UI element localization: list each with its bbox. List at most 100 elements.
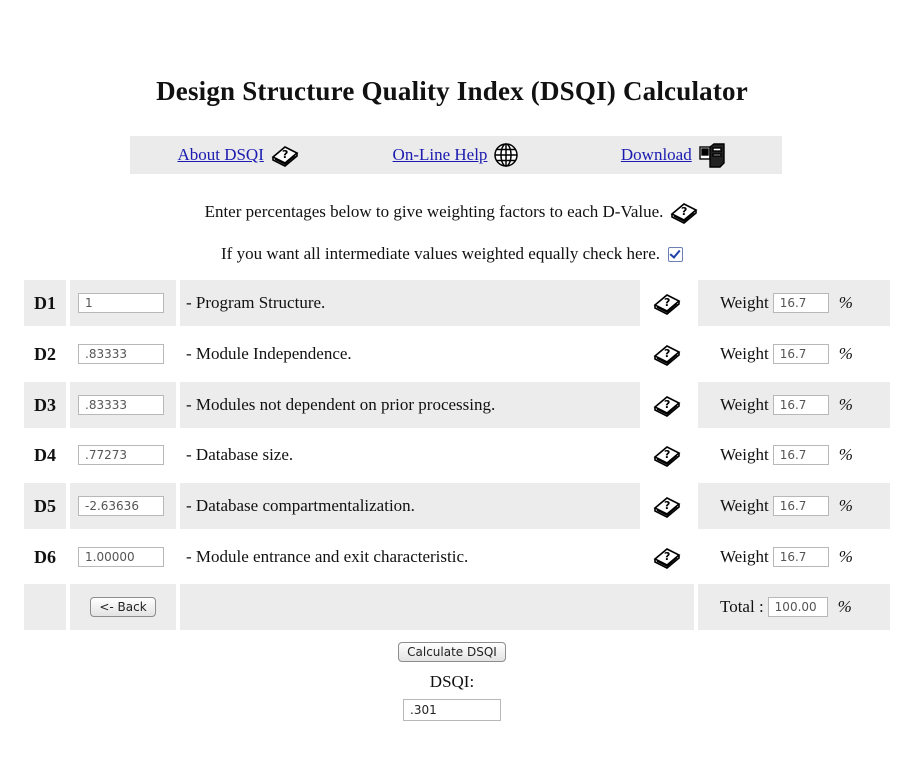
- total-field[interactable]: 100.00: [767, 597, 828, 617]
- footer-spacer: [24, 584, 66, 630]
- book-question-icon[interactable]: ?: [652, 342, 682, 366]
- dvalue-description: - Module Independence.: [186, 344, 352, 363]
- book-question-icon[interactable]: ?: [652, 291, 682, 315]
- total-cell: Total : 100.00 %: [698, 584, 890, 630]
- book-question-icon[interactable]: ?: [669, 200, 699, 224]
- book-question-icon[interactable]: ?: [652, 494, 682, 518]
- dvalue-label: D2: [34, 343, 56, 364]
- svg-text:?: ?: [681, 205, 687, 218]
- weight-cell: Weight 16.7%: [698, 280, 890, 326]
- instruction-equal: If you want all intermediate values weig…: [0, 244, 904, 264]
- dvalue-input[interactable]: 1: [78, 293, 164, 313]
- help-cell: ?: [640, 331, 694, 377]
- help-cell: ?: [640, 534, 694, 580]
- help-cell: ?: [640, 280, 694, 326]
- help-cell: ?: [640, 483, 694, 529]
- footer-middle: [180, 584, 694, 630]
- weight-label: Weight: [720, 293, 769, 312]
- dvalue-description: - Database compartmentalization.: [180, 483, 640, 529]
- percent-sign: %: [838, 547, 853, 566]
- footer-row: <- Back Total : 100.00 %: [24, 584, 890, 630]
- percent-sign: %: [838, 344, 853, 363]
- dvalue-input[interactable]: .83333: [78, 344, 164, 364]
- instruction-weighting: Enter percentages below to give weightin…: [0, 200, 904, 224]
- percent-sign: %: [837, 597, 852, 616]
- dvalue-row: D3 .83333 - Modules not dependent on prior…: [24, 382, 890, 428]
- dvalue-label: D6: [34, 546, 56, 567]
- svg-text:?: ?: [664, 448, 670, 461]
- dsqi-label-row: DSQI:: [0, 672, 904, 692]
- download-computer-icon[interactable]: [698, 141, 726, 169]
- weight-input[interactable]: 16.7: [772, 293, 829, 313]
- svg-text:?: ?: [664, 550, 670, 563]
- percent-sign: %: [838, 293, 853, 312]
- weight-cell: Weight 16.7%: [698, 534, 890, 580]
- weight-input[interactable]: 16.7: [772, 395, 829, 415]
- dvalue-row: D6 1.00000 - Module entrance and exit char…: [24, 534, 890, 580]
- dvalue-row: D1 1 - Program Structure.? Weight 16.7%: [24, 280, 890, 326]
- dvalue-label: D5: [24, 483, 66, 529]
- dvalue-row: D4 .77273 - Database size.? Weight 16.7%: [24, 432, 890, 478]
- instruction-text: Enter percentages below to give weightin…: [204, 202, 664, 221]
- dvalue-cell: 1.00000: [70, 534, 176, 580]
- weight-input[interactable]: 16.7: [772, 496, 829, 516]
- weight-input[interactable]: 16.7: [772, 547, 829, 567]
- book-question-icon[interactable]: ?: [270, 143, 300, 167]
- help-cell: ?: [640, 382, 694, 428]
- page-title: Design Structure Quality Index (DSQI) Ca…: [156, 76, 748, 106]
- percent-sign: %: [838, 395, 853, 414]
- percent-sign: %: [838, 445, 853, 464]
- help-cell: ?: [640, 432, 694, 478]
- dvalue-input[interactable]: .77273: [78, 445, 164, 465]
- dsqi-label: DSQI:: [429, 672, 475, 691]
- dvalue-description: - Database size.: [186, 445, 294, 464]
- weight-label: Weight: [720, 445, 769, 464]
- weight-label: Weight: [720, 395, 769, 414]
- book-question-icon[interactable]: ?: [652, 545, 682, 569]
- equal-weight-checkbox[interactable]: [668, 246, 683, 262]
- weight-cell: Weight 16.7%: [698, 331, 890, 377]
- weight-cell: Weight 16.7%: [698, 382, 890, 428]
- back-button[interactable]: <- Back: [90, 597, 156, 617]
- dsqi-result-field[interactable]: .301: [403, 699, 501, 721]
- calculate-dsqi-button[interactable]: Calculate DSQI: [398, 642, 506, 662]
- dvalue-cell: .83333: [70, 331, 176, 377]
- dsqi-result-row: .301: [0, 699, 904, 721]
- dvalue-input[interactable]: 1.00000: [78, 547, 164, 567]
- dvalue-description: - Program Structure.: [180, 280, 640, 326]
- dvalue-label: D1: [24, 280, 66, 326]
- dvalue-description: - Module entrance and exit characteristi…: [186, 547, 469, 566]
- weight-label: Weight: [720, 344, 769, 363]
- nav-about: About DSQI ?: [130, 136, 347, 174]
- dvalue-cell: .83333: [70, 382, 176, 428]
- weight-label: Weight: [720, 547, 769, 566]
- book-question-icon[interactable]: ?: [652, 443, 682, 467]
- dvalue-cell: 1: [70, 280, 176, 326]
- dvalue-cell: .77273: [70, 432, 176, 478]
- weight-input[interactable]: 16.7: [772, 445, 829, 465]
- dvalue-cell: -2.63636: [70, 483, 176, 529]
- svg-text:?: ?: [282, 148, 288, 161]
- about-dsqi-link[interactable]: About DSQI: [177, 145, 263, 165]
- nav-bar: About DSQI ? On-Line Help Download: [130, 136, 782, 174]
- svg-text:?: ?: [664, 296, 670, 309]
- equal-weight-text: If you want all intermediate values weig…: [221, 244, 660, 263]
- weight-input[interactable]: 16.7: [772, 344, 829, 364]
- svg-text:?: ?: [664, 398, 670, 411]
- online-help-link[interactable]: On-Line Help: [393, 145, 488, 165]
- book-question-icon[interactable]: ?: [652, 393, 682, 417]
- dvalue-input[interactable]: .83333: [78, 395, 164, 415]
- dvalue-label: D4: [34, 444, 56, 465]
- weight-cell: Weight 16.7%: [698, 432, 890, 478]
- percent-sign: %: [838, 496, 853, 515]
- total-label: Total :: [720, 597, 764, 616]
- dvalue-row: D2 .83333 - Module Independence.? Weight 16.…: [24, 331, 890, 377]
- nav-help: On-Line Help: [347, 136, 564, 174]
- calculate-row: Calculate DSQI: [0, 642, 904, 662]
- dvalue-label: D3: [24, 382, 66, 428]
- dvalue-description: - Modules not dependent on prior process…: [180, 382, 640, 428]
- globe-icon[interactable]: [493, 142, 519, 168]
- download-link[interactable]: Download: [621, 145, 692, 165]
- dvalue-input[interactable]: -2.63636: [78, 496, 164, 516]
- svg-text:?: ?: [664, 499, 670, 512]
